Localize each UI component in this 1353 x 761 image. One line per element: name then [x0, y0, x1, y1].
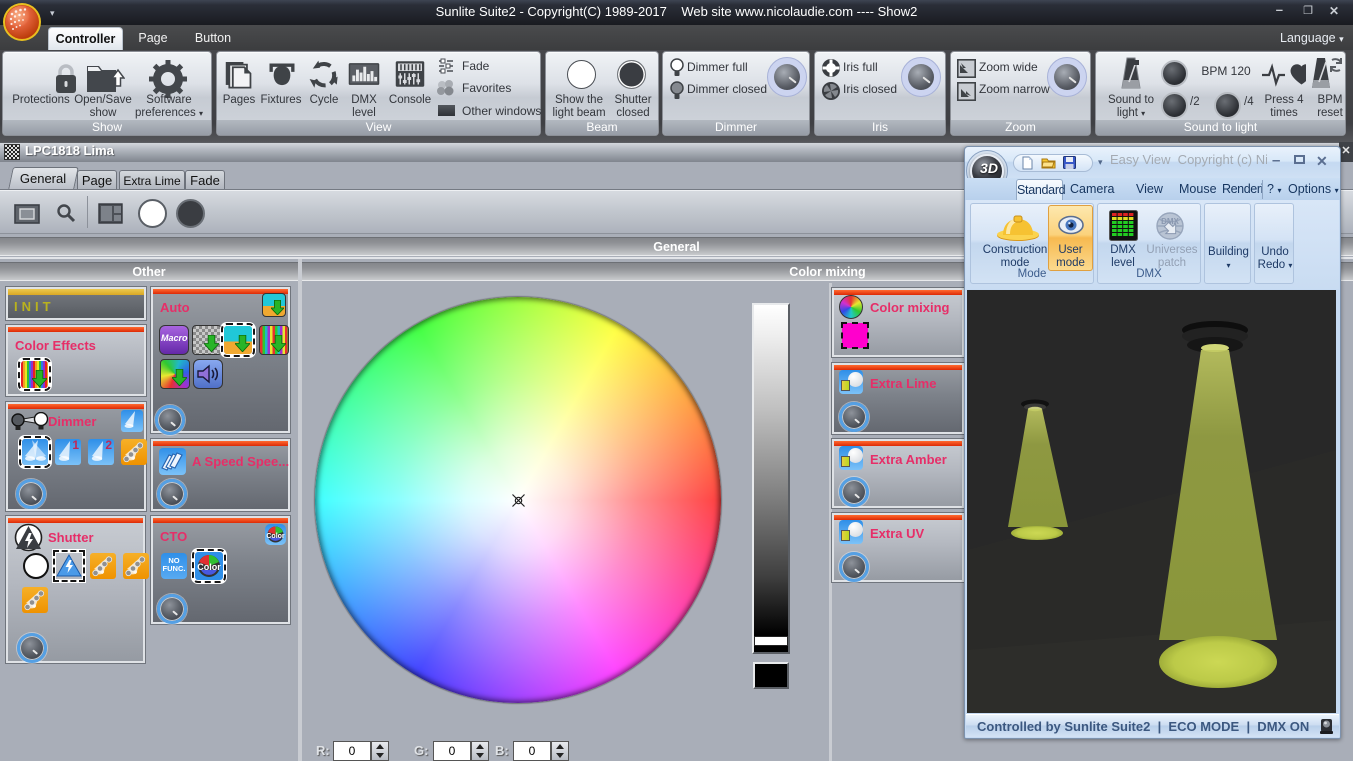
svg-text:Color: Color	[197, 562, 221, 572]
svg-text:Color: Color	[266, 533, 285, 540]
